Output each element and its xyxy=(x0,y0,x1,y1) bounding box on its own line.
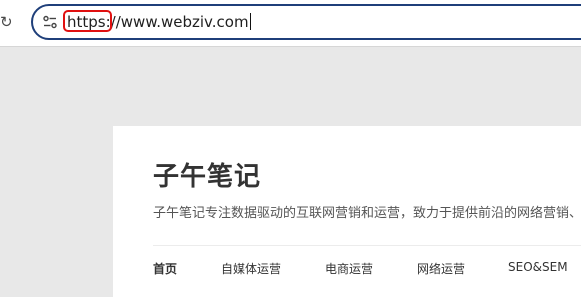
url-host: //www.webziv.com xyxy=(110,13,249,31)
nav-item-ecommerce[interactable]: 电商运营 xyxy=(325,260,373,277)
reload-icon[interactable]: ↻ xyxy=(0,13,14,31)
site-description: 子午笔记专注数据驱动的互联网营销和运营，致力于提供前沿的网络营销、 xyxy=(153,206,581,221)
tune-icon[interactable] xyxy=(42,14,58,30)
nav-item-home[interactable]: 首页 xyxy=(153,260,177,277)
site-header-card: 子午笔记 子午笔记专注数据驱动的互联网营销和运营，致力于提供前沿的网络营销、 首… xyxy=(113,126,581,297)
browser-toolbar: ↻ https://www.webziv.com xyxy=(0,0,581,47)
url-text[interactable]: https://www.webziv.com xyxy=(63,10,251,32)
divider xyxy=(153,245,581,246)
nav-item-seo-sem[interactable]: SEO&SEM xyxy=(508,260,568,274)
site-title[interactable]: 子午笔记 xyxy=(153,156,261,193)
nav-item-web-ops[interactable]: 网络运营 xyxy=(417,260,465,277)
text-caret xyxy=(249,13,251,30)
scheme-highlight-box xyxy=(63,10,112,32)
address-bar[interactable]: https://www.webziv.com xyxy=(31,4,581,40)
nav-item-self-media[interactable]: 自媒体运营 xyxy=(221,260,281,277)
url-scheme: https: xyxy=(63,10,112,32)
